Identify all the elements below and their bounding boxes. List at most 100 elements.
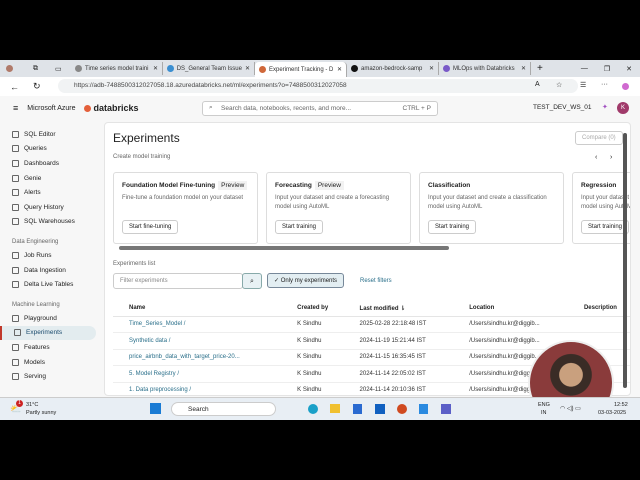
url-field[interactable]: https://adb-7488500312027058.18.azuredat… bbox=[58, 79, 578, 93]
close-icon[interactable]: ✕ bbox=[245, 65, 250, 72]
column-header[interactable]: Last modified ⇂ bbox=[343, 301, 454, 317]
sidebar-item-playground[interactable]: Playground bbox=[0, 311, 100, 326]
screen: ⧉ ▭ Time series model traini ✕ DS_General… bbox=[0, 60, 640, 420]
file-explorer-icon[interactable] bbox=[330, 404, 340, 413]
store-icon[interactable] bbox=[353, 404, 362, 414]
tab-mlops[interactable]: MLOps with Databricks ✕ bbox=[439, 62, 531, 75]
experiment-name[interactable]: Time_Series_Model / bbox=[113, 316, 282, 333]
close-icon[interactable]: ✕ bbox=[521, 65, 526, 72]
language-indicator[interactable]: ENG bbox=[538, 402, 550, 408]
sidebar-item-genie[interactable]: Genie bbox=[0, 171, 100, 186]
only-my-experiments-toggle[interactable]: ✓ Only my experiments bbox=[267, 273, 345, 288]
new-tab-button[interactable]: + bbox=[537, 63, 543, 74]
last-modified: 2024-11-14 22:05:02 IST bbox=[343, 365, 454, 383]
column-header[interactable]: Name bbox=[113, 301, 282, 317]
column-header[interactable]: Created by bbox=[281, 301, 344, 317]
sidebar-item-delta-live-tables[interactable]: Delta Live Tables bbox=[0, 277, 100, 292]
sidebar-item-queries[interactable]: Queries bbox=[0, 142, 100, 157]
read-aloud-icon[interactable]: A bbox=[535, 81, 540, 88]
last-modified: 2025-02-28 22:18:48 IST bbox=[343, 316, 454, 333]
sidebar-item-features[interactable]: Features bbox=[0, 340, 100, 355]
global-search-input[interactable]: ⌕ Search data, notebooks, recents, and mo… bbox=[202, 101, 438, 116]
table-row[interactable]: Time_Series_Model / K Sindhu 2025-02-28 22… bbox=[113, 316, 630, 333]
workspaces-icon[interactable]: ⧉ bbox=[33, 65, 55, 73]
databricks-logo[interactable]: databricks bbox=[94, 103, 139, 113]
start-icon[interactable] bbox=[150, 403, 161, 414]
close-icon[interactable]: ✕ bbox=[153, 65, 158, 72]
start-button[interactable]: Start training bbox=[275, 220, 324, 234]
sidebar-item-alerts[interactable]: Alerts bbox=[0, 185, 100, 200]
sidebar-item-sql-editor[interactable]: SQL Editor bbox=[0, 127, 100, 142]
sidebar-item-label: Data Ingestion bbox=[24, 266, 66, 274]
tab-label: DS_General Team Issue bbox=[176, 65, 242, 72]
edge-icon[interactable] bbox=[308, 404, 318, 414]
clock-date[interactable]: 03-03-2025 bbox=[598, 410, 626, 416]
favorite-icon[interactable]: ☆ bbox=[556, 81, 562, 89]
start-button[interactable]: Start training bbox=[428, 220, 477, 234]
close-icon[interactable]: ✕ bbox=[337, 66, 342, 73]
search-placeholder: Search data, notebooks, recents, and mor… bbox=[221, 105, 352, 112]
teams-icon[interactable] bbox=[441, 404, 451, 414]
sidebar-item-label: Features bbox=[24, 343, 50, 351]
clock-time[interactable]: 12:52 bbox=[614, 402, 628, 408]
powerpoint-icon[interactable] bbox=[397, 404, 407, 414]
card-title: Regression bbox=[581, 182, 617, 189]
start-button[interactable]: Start fine-tuning bbox=[122, 220, 179, 234]
vscode-icon[interactable] bbox=[419, 404, 428, 414]
favorites-bar-icon[interactable]: ☰ bbox=[580, 81, 586, 89]
sidebar-item-dashboards[interactable]: Dashboards bbox=[0, 156, 100, 171]
column-header[interactable]: Description bbox=[567, 301, 630, 317]
sidebar-item-query-history[interactable]: Query History bbox=[0, 200, 100, 215]
card-description: Fine-tune a foundation model on your dat… bbox=[122, 195, 244, 201]
experiment-name[interactable]: price_airbnb_data_with_target_price-20..… bbox=[113, 349, 282, 366]
sidebar-item-experiments[interactable]: Experiments bbox=[0, 325, 96, 341]
experiment-name[interactable]: 5. Model Registry / bbox=[113, 365, 282, 383]
filter-experiments-input[interactable]: Filter experiments bbox=[113, 273, 243, 289]
vertical-scrollbar[interactable] bbox=[623, 133, 627, 388]
nav-icon bbox=[12, 189, 19, 197]
sidebar-item-sql-warehouses[interactable]: SQL Warehouses bbox=[0, 215, 100, 230]
user-avatar[interactable]: K bbox=[617, 102, 629, 114]
taskbar-search[interactable]: Search bbox=[171, 402, 276, 416]
last-modified: 2024-11-15 16:35:45 IST bbox=[343, 349, 454, 366]
copilot-icon[interactable] bbox=[622, 83, 629, 90]
refresh-icon[interactable]: ↻ bbox=[33, 81, 41, 92]
wifi-volume-battery-icons[interactable]: ◠ ◁) ▭ bbox=[560, 405, 581, 412]
more-icon[interactable]: ··· bbox=[601, 81, 608, 88]
cards-scrollbar[interactable] bbox=[119, 246, 449, 250]
experiment-name[interactable]: Synthetic data / bbox=[113, 332, 282, 350]
minimize-button[interactable]: — bbox=[581, 65, 588, 72]
close-window-button[interactable]: ✕ bbox=[626, 65, 632, 73]
outlook-icon[interactable] bbox=[375, 404, 385, 414]
back-icon[interactable]: ← bbox=[10, 82, 19, 92]
next-icon[interactable]: › bbox=[610, 154, 612, 161]
assistant-icon[interactable]: ✦ bbox=[602, 103, 608, 111]
tab-experiment-tracking[interactable]: Experiment Tracking - D ✕ bbox=[255, 62, 347, 77]
databricks-logo-icon bbox=[83, 104, 91, 112]
start-button[interactable]: Start training bbox=[581, 220, 630, 234]
menu-icon[interactable]: ≡ bbox=[13, 103, 18, 113]
experiment-name[interactable]: 1. Data preprocessing / bbox=[113, 382, 282, 395]
nav-icon bbox=[12, 251, 19, 259]
tab-amazon-bedrock[interactable]: amazon-bedrock-samp ✕ bbox=[347, 62, 439, 75]
reset-filters-link[interactable]: Reset filters bbox=[360, 278, 392, 284]
close-icon[interactable]: ✕ bbox=[429, 65, 434, 72]
nav-icon bbox=[12, 314, 19, 322]
tab-ds-general[interactable]: DS_General Team Issue ✕ bbox=[163, 62, 255, 75]
prev-icon[interactable]: ‹ bbox=[595, 154, 597, 161]
column-header[interactable]: Location bbox=[453, 301, 568, 317]
search-button[interactable]: ⌕ bbox=[242, 273, 262, 289]
sidebar-item-data-ingestion[interactable]: Data Ingestion bbox=[0, 263, 100, 278]
sidebar-item-models[interactable]: Models bbox=[0, 355, 100, 370]
sidebar-item-job-runs[interactable]: Job Runs bbox=[0, 248, 100, 263]
sidebar-item-label: Serving bbox=[24, 373, 47, 381]
nav-icon bbox=[12, 174, 19, 182]
sidebar-item-serving[interactable]: Serving bbox=[0, 369, 100, 384]
workspace-selector[interactable]: TEST_DEV_WS_01 bbox=[533, 104, 592, 111]
compare-button[interactable]: Compare (0) bbox=[575, 131, 623, 145]
profile-avatar[interactable] bbox=[6, 65, 13, 72]
tab-time-series[interactable]: Time series model traini ✕ bbox=[71, 62, 163, 75]
description bbox=[567, 316, 630, 333]
restore-button[interactable]: ❐ bbox=[604, 65, 610, 73]
tab-actions-icon[interactable]: ▭ bbox=[55, 65, 71, 73]
